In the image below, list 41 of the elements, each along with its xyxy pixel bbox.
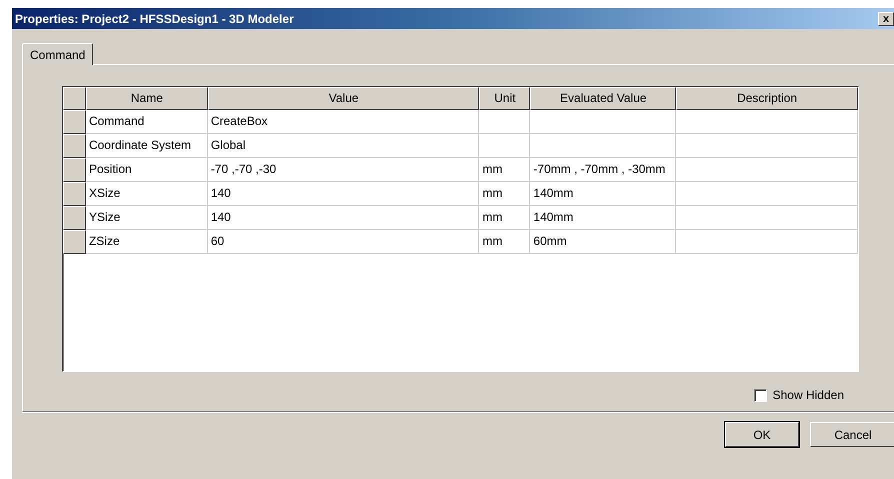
close-button[interactable]: x (878, 12, 894, 26)
window-title: Properties: Project2 - HFSSDesign1 - 3D Modeler (15, 12, 294, 26)
table-cell (479, 110, 530, 134)
tab[interactable]: Command (22, 43, 94, 65)
column-header[interactable]: Unit (479, 87, 530, 110)
row-header[interactable] (63, 158, 86, 182)
table-cell: Position (86, 158, 208, 182)
table-cell: 60 (208, 230, 480, 254)
column-header[interactable]: Description (676, 87, 858, 110)
row-header[interactable] (63, 110, 86, 134)
dialog-button[interactable]: OK (725, 422, 799, 447)
table-cell: Global (208, 134, 480, 158)
table-cell: YSize (86, 206, 208, 230)
table-cell: 60mm (530, 230, 676, 254)
table-cell: -70 ,-70 ,-30 (208, 158, 480, 182)
row-header[interactable] (63, 206, 86, 230)
row-header[interactable] (63, 134, 86, 158)
column-header[interactable]: Value (208, 87, 480, 110)
column-header[interactable]: Name (86, 87, 208, 110)
row-header[interactable] (63, 182, 86, 206)
dialog-button[interactable]: Cancel (810, 422, 894, 447)
table-cell: mm (479, 206, 530, 230)
table-cell: ZSize (86, 230, 208, 254)
checkbox-icon[interactable] (754, 388, 767, 402)
table-cell: CreateBox (208, 110, 480, 134)
table-cell: mm (479, 230, 530, 254)
column-header[interactable]: Evaluated Value (530, 87, 676, 110)
show-hidden-checkbox[interactable]: Show Hidden (754, 388, 844, 402)
table-cell: mm (479, 158, 530, 182)
table-cell (479, 134, 530, 158)
table-cell: 140mm (530, 206, 676, 230)
table-cell: 140 (208, 182, 480, 206)
table-cell: XSize (86, 182, 208, 206)
table-cell: 140 (208, 206, 480, 230)
checkbox-label: Show Hidden (772, 388, 844, 402)
table-cell: Command (86, 110, 208, 134)
table-cell: Coordinate System (86, 134, 208, 158)
table-cell: -70mm , -70mm , -30mm (530, 158, 676, 182)
table-cell: mm (479, 182, 530, 206)
row-header[interactable] (63, 230, 86, 254)
table-cell: 140mm (530, 182, 676, 206)
